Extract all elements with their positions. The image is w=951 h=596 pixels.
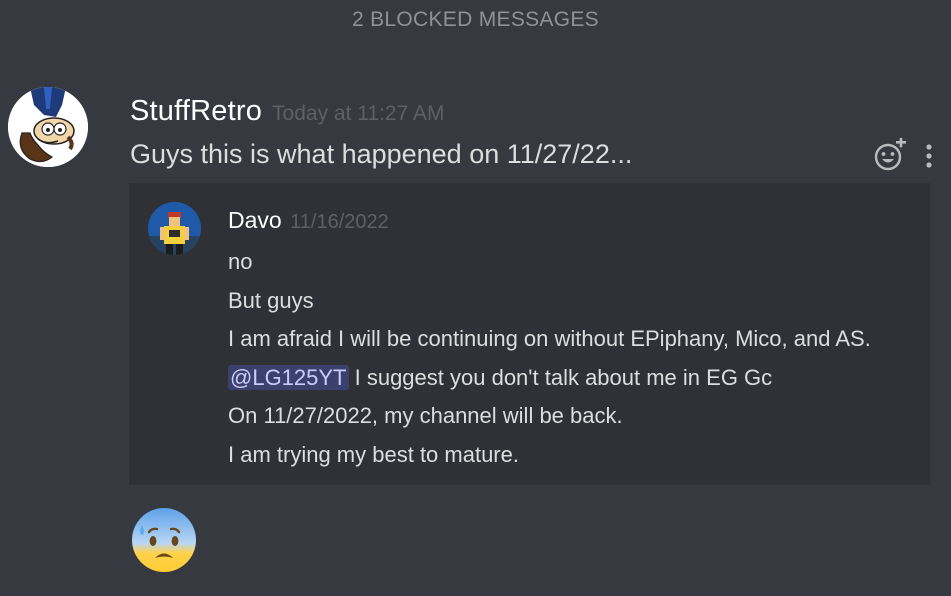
add-reaction-icon [874,137,906,171]
message-header: StuffRetro Today at 11:27 AM [130,95,444,128]
embed-line: no [228,249,253,274]
embed-line: On 11/27/2022, my channel will be back. [228,403,623,429]
blocked-messages-indicator[interactable]: 2 BLOCKED MESSAGES [0,8,951,32]
embed-line: But guys [228,287,314,313]
embed-author-avatar[interactable] [148,202,201,255]
more-options-button[interactable] [918,141,940,171]
author-avatar[interactable] [8,87,88,167]
embed-date: 11/16/2022 [290,211,389,233]
embed-line: I am afraid I will be continuing on with… [228,326,871,352]
roblox-character-avatar-icon [148,202,201,255]
chat-view: 2 BLOCKED MESSAGES StuffRetro Today at 11… [0,0,951,596]
add-reaction-button[interactable] [872,137,908,172]
embed-author-name[interactable]: Davo [228,207,282,233]
anxious-face-emoji[interactable] [131,507,197,573]
message-text: Guys this is what happened on 11/27/22..… [130,139,633,169]
user-mention[interactable]: @LG125YT [228,364,349,390]
embed-line: @LG125YT I suggest you don't talk about … [228,359,871,398]
cartoon-character-avatar-icon [8,87,88,167]
anxious-face-with-sweat-icon [132,508,196,572]
embed-line: I am trying my best to mature. [228,441,519,467]
embed-header: Davo 11/16/2022 [228,207,389,234]
message-timestamp: Today at 11:27 AM [272,102,445,125]
quoted-message-embed[interactable]: Davo 11/16/2022 no But guys I am afraid … [129,183,930,485]
embed-message-lines: no But guys I am afraid I will be contin… [228,243,871,475]
embed-line-text: I suggest you don't talk about me in EG … [348,364,773,390]
author-name[interactable]: StuffRetro [130,95,262,127]
more-options-icon [926,144,932,168]
